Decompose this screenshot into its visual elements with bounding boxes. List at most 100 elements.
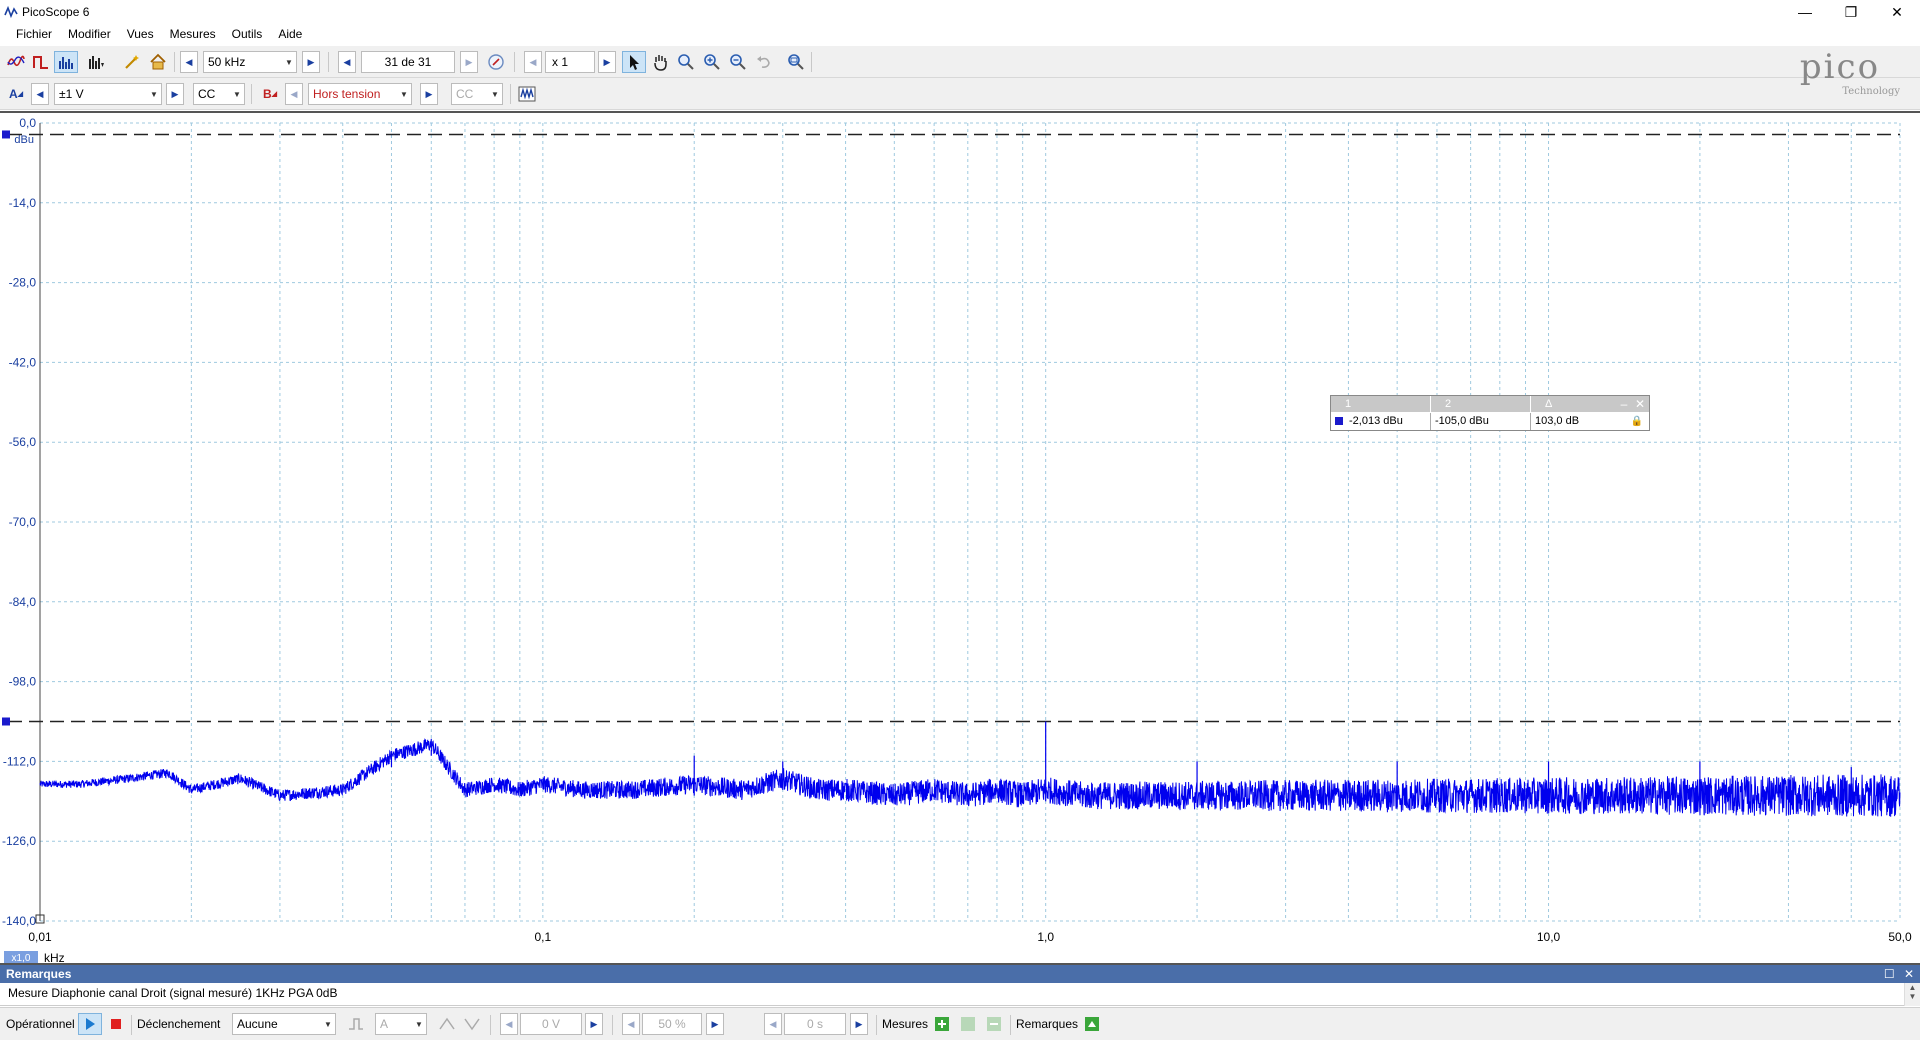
- menu-outils[interactable]: Outils: [224, 27, 271, 41]
- pretrigger-prev[interactable]: ◀: [622, 1013, 640, 1035]
- chevron-down-icon: ▼: [400, 89, 408, 99]
- x-tick-label: 10,0: [1537, 930, 1561, 944]
- delay-field[interactable]: 0 s: [784, 1013, 846, 1035]
- main-toolbar: ◀ 50 kHz ▼ ▶ ◀ 31 de 31 ▶ ◀ x 1 ▶: [0, 46, 1920, 78]
- channel-a-range-next[interactable]: ▶: [166, 83, 184, 105]
- pretrigger-field[interactable]: 50 %: [642, 1013, 702, 1035]
- channel-b-range-select[interactable]: Hors tension ▼: [308, 83, 412, 105]
- timebase-select[interactable]: 50 kHz ▼: [203, 51, 297, 73]
- chevron-right-icon: ▶: [465, 56, 473, 67]
- scope-mode-button[interactable]: [4, 51, 28, 73]
- channel-a-range-prev[interactable]: ◀: [31, 83, 49, 105]
- channel-b-range-next[interactable]: ▶: [420, 83, 438, 105]
- add-measurement-button[interactable]: [930, 1013, 954, 1035]
- delay-next[interactable]: ▶: [850, 1013, 868, 1035]
- menu-mesures[interactable]: Mesures: [162, 27, 224, 41]
- buffer-navigator-button[interactable]: [484, 51, 508, 73]
- zoom-factor-field[interactable]: x 1: [545, 51, 595, 73]
- trigger-source-select[interactable]: A ▼: [375, 1013, 427, 1035]
- ruler-legend-panel[interactable]: 1 2 Δ – ✕ -2,013 dBu -105,0 dBu 103,0 dB…: [1330, 395, 1650, 431]
- timebase-prev-button[interactable]: ◀: [180, 51, 198, 73]
- hand-tool-button[interactable]: [648, 51, 672, 73]
- chevron-down-icon: ▼: [324, 1019, 332, 1029]
- remarks-textarea[interactable]: Mesure Diaphonie canal Droit (signal mes…: [0, 983, 1920, 1006]
- magic-wand-icon: [125, 55, 139, 69]
- stop-button[interactable]: [104, 1013, 128, 1035]
- trigger-label: Déclenchement: [137, 1017, 221, 1031]
- x-tick-label: 0,1: [534, 930, 551, 944]
- advanced-trigger-button[interactable]: [344, 1013, 368, 1035]
- buffer-prev-button[interactable]: ◀: [338, 51, 356, 73]
- channel-b-button[interactable]: B ◢: [258, 83, 282, 105]
- chevron-down-icon: ▼: [233, 89, 241, 99]
- zoom-out-button[interactable]: [726, 51, 750, 73]
- channel-a-coupling-value: CC: [198, 87, 216, 101]
- channel-a-range-value: ±1 V: [59, 87, 84, 101]
- pin-icon[interactable]: ☐: [1884, 967, 1895, 981]
- zoom-in-icon: [704, 54, 720, 70]
- close-remarks-icon[interactable]: ✕: [1904, 967, 1914, 981]
- edit-measurement-button[interactable]: [956, 1013, 980, 1035]
- menu-vues[interactable]: Vues: [119, 27, 162, 41]
- spectrum-view[interactable]: 0,0 -14,0 -28,0 -42,0 -56,0 -70,0 -84,0 -98,0 -1…: [0, 111, 1920, 965]
- start-button[interactable]: [78, 1013, 102, 1035]
- select-tool-button[interactable]: [622, 51, 646, 73]
- y-tick-label: -14,0: [9, 196, 37, 210]
- menu-bar: Fichier Modifier Vues Mesures Outils Aid…: [0, 24, 1920, 44]
- close-button[interactable]: ✕: [1874, 0, 1920, 24]
- auto-setup-button[interactable]: [120, 51, 144, 73]
- delay-prev[interactable]: ◀: [764, 1013, 782, 1035]
- falling-edge-button[interactable]: [460, 1013, 484, 1035]
- spectrum-trace-channel-a: [39, 738, 1901, 817]
- ruler-2-value: -105,0 dBu: [1431, 413, 1531, 430]
- menu-fichier[interactable]: Fichier: [8, 27, 60, 41]
- spectrum-plot[interactable]: 0,0 -14,0 -28,0 -42,0 -56,0 -70,0 -84,0 -98,0 -1…: [0, 113, 1920, 963]
- channel-a-label: A: [8, 87, 18, 101]
- default-setup-button[interactable]: [146, 51, 170, 73]
- channel-a-button[interactable]: A ◢: [4, 83, 28, 105]
- minimize-button[interactable]: —: [1782, 0, 1828, 24]
- ruler-handle-2: [2, 717, 10, 726]
- pretrigger-next[interactable]: ▶: [706, 1013, 724, 1035]
- zoom-tool-button[interactable]: [674, 51, 698, 73]
- channel-a-coupling-select[interactable]: CC ▼: [193, 83, 245, 105]
- menu-aide[interactable]: Aide: [270, 27, 310, 41]
- zoom-overview-button[interactable]: [784, 51, 808, 73]
- timebase-next-button[interactable]: ▶: [302, 51, 320, 73]
- signal-generator-button[interactable]: [515, 83, 539, 105]
- trigger-level-prev[interactable]: ◀: [500, 1013, 518, 1035]
- x-tick-label: 1,0: [1037, 930, 1054, 944]
- spectrum-options-button[interactable]: [84, 51, 108, 73]
- restore-button[interactable]: ❐: [1828, 0, 1874, 24]
- channel-b-range-prev[interactable]: ◀: [285, 83, 303, 105]
- trigger-level-next[interactable]: ▶: [585, 1013, 603, 1035]
- minimize-panel-icon[interactable]: –: [1617, 396, 1631, 412]
- menu-modifier[interactable]: Modifier: [60, 27, 119, 41]
- operational-label: Opérationnel: [6, 1017, 75, 1031]
- buffer-index-field[interactable]: 31 de 31: [361, 51, 455, 73]
- zoom-next-button[interactable]: ▶: [598, 51, 616, 73]
- channel-a-range-select[interactable]: ±1 V ▼: [54, 83, 162, 105]
- rising-edge-button[interactable]: [435, 1013, 459, 1035]
- spectrum-mode-button[interactable]: [54, 51, 78, 73]
- undo-zoom-button[interactable]: [752, 51, 776, 73]
- trigger-mode-select[interactable]: Aucune ▼: [232, 1013, 336, 1035]
- channel-b-label: B: [262, 87, 272, 101]
- chevron-right-icon: ▶: [590, 1018, 598, 1029]
- trigger-level-field[interactable]: 0 V: [520, 1013, 582, 1035]
- chevron-left-icon: ◀: [185, 56, 193, 67]
- toggle-remarks-button[interactable]: [1080, 1013, 1104, 1035]
- zoom-prev-button[interactable]: ◀: [524, 51, 542, 73]
- trigger-mode-value: Aucune: [237, 1017, 278, 1031]
- buffer-next-button[interactable]: ▶: [460, 51, 478, 73]
- channel-b-coupling-select[interactable]: CC ▼: [451, 83, 503, 105]
- close-panel-icon[interactable]: ✕: [1633, 396, 1647, 412]
- ruler-delta-header: Δ: [1545, 398, 1553, 410]
- persistence-mode-button[interactable]: [29, 51, 53, 73]
- zoom-in-button[interactable]: [700, 51, 724, 73]
- remarks-scrollbar[interactable]: ▲ ▼: [1904, 983, 1920, 1006]
- chevron-left-icon: ◀: [290, 88, 298, 99]
- trigger-source-value: A: [380, 1017, 389, 1031]
- lock-icon[interactable]: 🔒: [1631, 416, 1643, 427]
- delete-measurement-button[interactable]: [982, 1013, 1006, 1035]
